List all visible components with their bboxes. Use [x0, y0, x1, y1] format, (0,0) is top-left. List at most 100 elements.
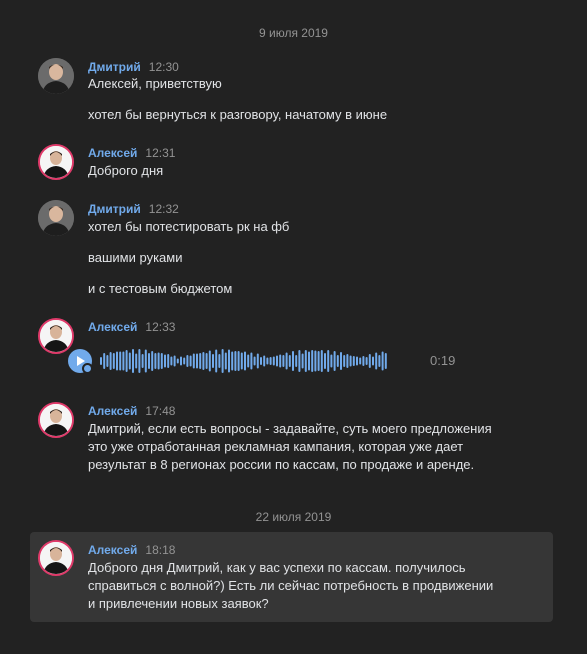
- message-header: Алексей 12:31: [88, 146, 175, 160]
- waveform-bar: [381, 351, 384, 371]
- avatar-alexey[interactable]: [38, 144, 74, 180]
- waveform-bar: [292, 351, 294, 371]
- message-text: и с тестовым бюджетом: [88, 281, 233, 296]
- author-name[interactable]: Алексей: [88, 320, 137, 334]
- message-text: результат в 8 регионах россии по кассам,…: [88, 457, 475, 472]
- waveform-bar: [346, 354, 349, 368]
- waveform-bar: [378, 355, 381, 367]
- message-text: Доброго дня Дмитрий, как у вас успехи по…: [88, 560, 466, 575]
- date-separator: 22 июля 2019: [255, 510, 332, 524]
- message-text: справиться с волной?) Есть ли сейчас пот…: [88, 578, 494, 593]
- message-text: это уже отработанная рекламная кампания,…: [88, 439, 464, 454]
- waveform-bar: [372, 356, 374, 366]
- waveform-bar: [384, 353, 387, 369]
- message-time[interactable]: 12:33: [145, 320, 175, 334]
- waveform-bar: [103, 353, 106, 369]
- waveform-bar: [308, 351, 310, 371]
- author-name[interactable]: Алексей: [88, 146, 137, 160]
- waveform-bar: [314, 350, 317, 372]
- waveform-bar: [234, 351, 237, 371]
- waveform-bar: [288, 355, 291, 367]
- waveform-bar: [176, 358, 179, 364]
- waveform-bar: [109, 352, 112, 370]
- waveform-bar: [359, 357, 362, 365]
- waveform-bar: [154, 353, 157, 369]
- message-group: Дмитрий 12:32 хотел бы потестировать рк н…: [30, 200, 553, 300]
- waveform-bar: [349, 355, 352, 367]
- waveform-bar: [180, 356, 182, 366]
- waveform-bar: [266, 357, 269, 365]
- waveform-bar: [317, 351, 320, 371]
- waveform-bar: [333, 351, 336, 371]
- message-header: Алексей 12:33: [88, 320, 175, 334]
- message-group: Алексей 17:48 Дмитрий, если есть вопросы …: [30, 402, 553, 478]
- waveform-bar: [260, 357, 262, 365]
- waveform-bar: [205, 353, 208, 369]
- avatar-dmitriy[interactable]: [38, 200, 74, 236]
- avatar-alexey[interactable]: [38, 402, 74, 438]
- author-name[interactable]: Алексей: [88, 543, 137, 557]
- message-group: Дмитрий 12:30 Алексей, приветствую хотел …: [30, 58, 553, 128]
- avatar-dmitriy[interactable]: [38, 58, 74, 94]
- waveform-bar: [240, 352, 243, 370]
- waveform-bar: [256, 353, 259, 369]
- waveform-bar: [253, 356, 256, 366]
- waveform-bar: [186, 355, 189, 367]
- waveform-bar: [356, 356, 358, 366]
- waveform-bar: [160, 353, 163, 369]
- message-text: хотел бы вернуться к разговору, начатому…: [88, 107, 388, 122]
- author-name[interactable]: Дмитрий: [88, 60, 141, 74]
- message-text: Дмитрий, если есть вопросы - задавайте, …: [88, 421, 492, 436]
- waveform-bar: [272, 356, 275, 366]
- waveform-bar: [141, 354, 144, 368]
- waveform-bar: [336, 355, 339, 367]
- waveform-bar: [218, 354, 221, 368]
- waveform-bar: [368, 354, 371, 368]
- message-text: и привлечении новых заявок?: [88, 596, 269, 611]
- waveform-bar: [304, 350, 307, 372]
- message-group-selected[interactable]: Алексей 18:18 Доброго дня Дмитрий, как у …: [30, 532, 553, 622]
- message-time[interactable]: 12:30: [149, 60, 179, 74]
- waveform-bar: [250, 352, 253, 370]
- author-name[interactable]: Алексей: [88, 404, 137, 418]
- waveform-bar: [164, 354, 166, 368]
- date-separator: 9 июля 2019: [259, 26, 328, 40]
- play-button[interactable]: [68, 349, 93, 374]
- message-time[interactable]: 17:48: [145, 404, 175, 418]
- waveform-bar: [148, 353, 150, 369]
- waveform-bar: [100, 357, 102, 365]
- message-text: Доброго дня: [88, 163, 164, 178]
- waveform-bar: [298, 350, 301, 372]
- waveform-bar: [311, 350, 314, 372]
- avatar-alexey[interactable]: [38, 540, 74, 576]
- waveform-bar: [157, 352, 160, 370]
- waveform-bar: [215, 349, 218, 373]
- waveform-bar: [352, 356, 355, 366]
- waveform-bar: [320, 350, 323, 372]
- waveform-bar: [365, 357, 368, 365]
- waveform-bar: [263, 355, 266, 367]
- author-name[interactable]: Дмитрий: [88, 202, 141, 216]
- unplayed-dot-icon: [82, 363, 93, 374]
- message-time[interactable]: 12:31: [145, 146, 175, 160]
- waveform-bar: [327, 350, 330, 372]
- message-text: вашими руками: [88, 250, 183, 265]
- waveform-bar: [343, 355, 346, 367]
- waveform-bar: [138, 349, 141, 373]
- waveform-bar: [282, 355, 285, 367]
- waveform-bar: [189, 355, 192, 367]
- waveform-bar: [183, 357, 186, 365]
- waveform-bar: [231, 351, 234, 371]
- voice-waveform[interactable]: [100, 346, 420, 376]
- waveform-bar: [224, 352, 227, 370]
- waveform-bar: [112, 353, 115, 369]
- message-time[interactable]: 12:32: [149, 202, 179, 216]
- message-header: Алексей 17:48: [88, 404, 175, 418]
- waveform-bar: [221, 349, 224, 373]
- waveform-bar: [135, 353, 138, 369]
- message-group: Алексей 12:31 Доброго дня: [30, 144, 553, 184]
- waveform-bar: [269, 357, 272, 365]
- message-text: хотел бы потестировать рк на фб: [88, 219, 290, 234]
- message-time[interactable]: 18:18: [145, 543, 175, 557]
- waveform-bar: [173, 355, 176, 367]
